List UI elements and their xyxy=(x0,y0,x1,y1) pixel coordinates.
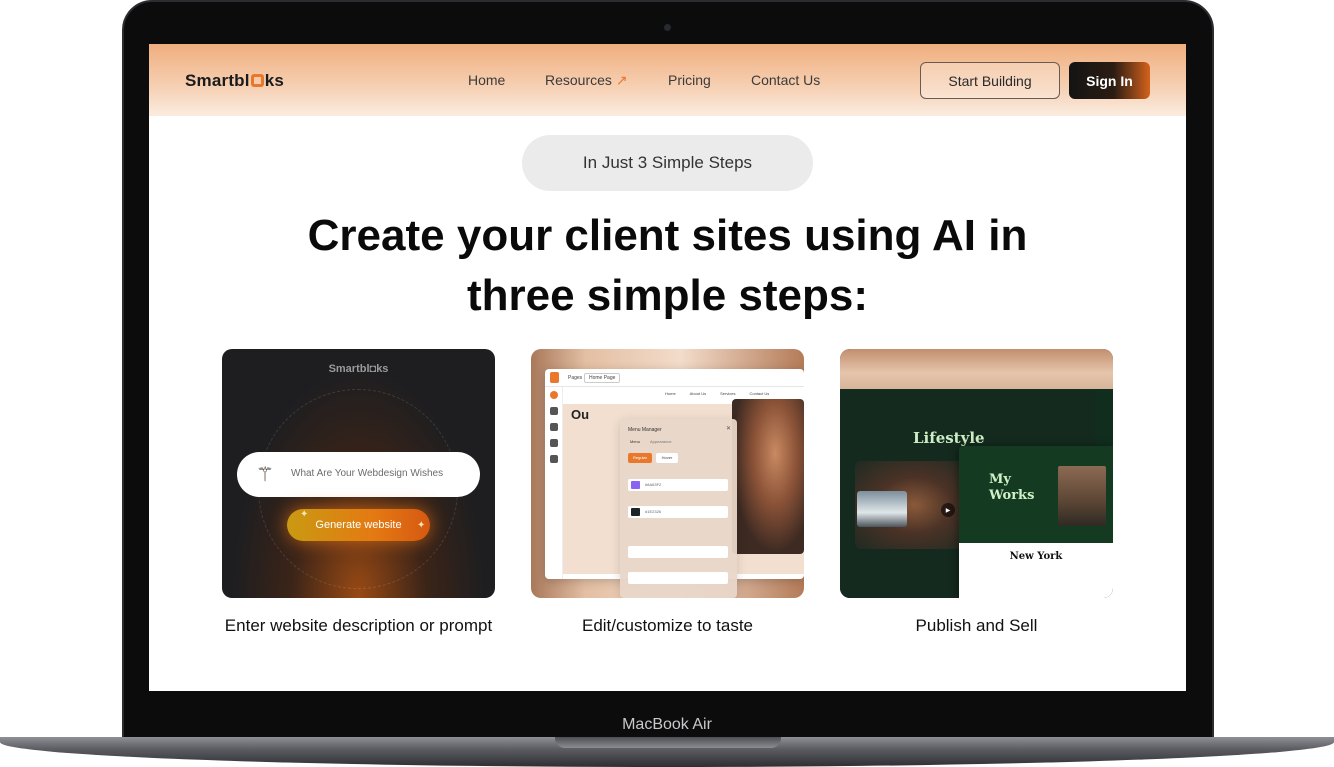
navbar: Smartbl ks Home Resources ↗ Pricing Conta… xyxy=(149,44,1186,116)
webdesign-wishes-placeholder: What Are Your Webdesign Wishes xyxy=(291,468,444,479)
screen-bottom-bezel xyxy=(124,691,1212,713)
canyon-thumbnail xyxy=(1058,466,1106,526)
camera-dot xyxy=(664,24,671,31)
menu-manager-modal: Menu Manager ✕ Menu Appearance Regular H… xyxy=(620,419,737,598)
color-field-2[interactable]: #1E2326 xyxy=(628,506,728,518)
my-works-site-preview: My Works New York xyxy=(959,446,1113,598)
hover-label: Hover xyxy=(661,455,673,460)
settings-icon[interactable] xyxy=(550,455,558,463)
font-family-select[interactable] xyxy=(628,546,728,558)
nav-resources-link[interactable]: Resources ↗ xyxy=(545,72,628,89)
regular-state-button[interactable]: Regular xyxy=(628,453,652,463)
external-arrow-icon: ↗ xyxy=(615,72,628,88)
preview-nav-item: Services xyxy=(720,391,736,396)
logo-text-prefix: Smartbl xyxy=(185,71,250,90)
car-photo xyxy=(857,491,907,527)
editor-pages-label: Pages xyxy=(568,375,583,381)
tab-menu[interactable]: Menu xyxy=(630,439,640,444)
brush-icon[interactable] xyxy=(550,439,558,447)
font-size-select[interactable] xyxy=(628,572,728,584)
generate-website-button[interactable]: Generate website xyxy=(287,509,430,541)
editor-toolbar: Pages Home Page xyxy=(545,369,804,387)
nav-home-link[interactable]: Home xyxy=(468,72,505,88)
sparkle-icon: ✦ xyxy=(300,509,309,520)
color-swatch xyxy=(631,481,640,489)
play-icon[interactable]: ▶ xyxy=(941,503,955,517)
color-swatch xyxy=(631,508,640,516)
page-headline: Create your client sites using AI in thr… xyxy=(149,206,1186,326)
new-york-title: New York xyxy=(1009,551,1063,562)
color-value: #1E2326 xyxy=(645,509,662,514)
steps-pill-badge: In Just 3 Simple Steps xyxy=(522,135,813,191)
step-3-caption: Publish and Sell xyxy=(915,616,1038,635)
add-block-icon[interactable] xyxy=(550,391,558,399)
page-select[interactable]: Home Page xyxy=(584,373,621,383)
laptop-screen: Smartbl ks Home Resources ↗ Pricing Conta… xyxy=(149,44,1186,691)
step-2-caption: Edit/customize to taste xyxy=(581,616,754,635)
step-2-preview-card: Pages Home Page Home About Us Services C… xyxy=(531,349,804,598)
cart-icon[interactable] xyxy=(550,423,558,431)
color-field-1[interactable]: #8A63F2 xyxy=(628,479,728,491)
nav-resources-label: Resources xyxy=(545,72,612,88)
lifestyle-title: Lifestyle xyxy=(913,429,985,447)
preview-logo-prefix: Smartbl xyxy=(328,363,370,375)
database-icon[interactable] xyxy=(550,407,558,415)
step-1-caption: Enter website description or prompt xyxy=(224,616,493,635)
preview-nav-item: Contact Us xyxy=(749,391,770,396)
laptop-hinge-notch xyxy=(555,737,781,748)
new-york-section: New York xyxy=(959,543,1113,598)
tab-appearance[interactable]: Appearance xyxy=(650,439,672,444)
preview-nav-item: About Us xyxy=(689,391,707,396)
preview-nav-item: Home xyxy=(665,391,676,396)
preview-logo-suffix: ks xyxy=(376,363,389,375)
step-3-preview-card: Lifestyle ▶ My Works New York xyxy=(840,349,1113,598)
menu-manager-title: Menu Manager xyxy=(628,427,662,433)
webdesign-wishes-input[interactable]: ⚚ What Are Your Webdesign Wishes xyxy=(237,452,480,497)
headline-line-2: three simple steps: xyxy=(466,271,869,320)
sign-in-button[interactable]: Sign In xyxy=(1069,62,1150,99)
preview-heading: Ou xyxy=(571,407,590,422)
sparkle-icon: ✦ xyxy=(417,520,426,531)
editor-sidebar xyxy=(545,387,563,579)
hover-state-button[interactable]: Hover xyxy=(656,453,678,463)
publish-toolbar xyxy=(840,369,1113,402)
start-building-button[interactable]: Start Building xyxy=(920,62,1060,99)
logo-mark-icon xyxy=(250,74,264,87)
editor-logo-icon xyxy=(550,372,559,383)
preview-brand-logo: Smartbl◘ks xyxy=(222,363,495,375)
regular-label: Regular xyxy=(632,455,647,460)
nav-contact-link[interactable]: Contact Us xyxy=(751,72,820,88)
magic-wand-icon: ⚚ xyxy=(256,464,274,486)
nav-pricing-link[interactable]: Pricing xyxy=(668,72,711,88)
brand-logo[interactable]: Smartbl ks xyxy=(185,71,284,91)
step-1-preview-card: Smartbl◘ks ⚚ What Are Your Webdesign Wis… xyxy=(222,349,495,598)
color-value: #8A63F2 xyxy=(645,482,662,487)
logo-text-suffix: ks xyxy=(264,71,285,90)
headline-line-1: Create your client sites using AI in xyxy=(307,211,1028,260)
my-works-title: My Works xyxy=(989,472,1035,503)
preview-nav: Home About Us Services Contact Us xyxy=(665,391,769,396)
device-model-label: MacBook Air xyxy=(622,716,712,733)
close-icon[interactable]: ✕ xyxy=(726,425,731,432)
woman-with-dog-photo xyxy=(732,399,804,554)
